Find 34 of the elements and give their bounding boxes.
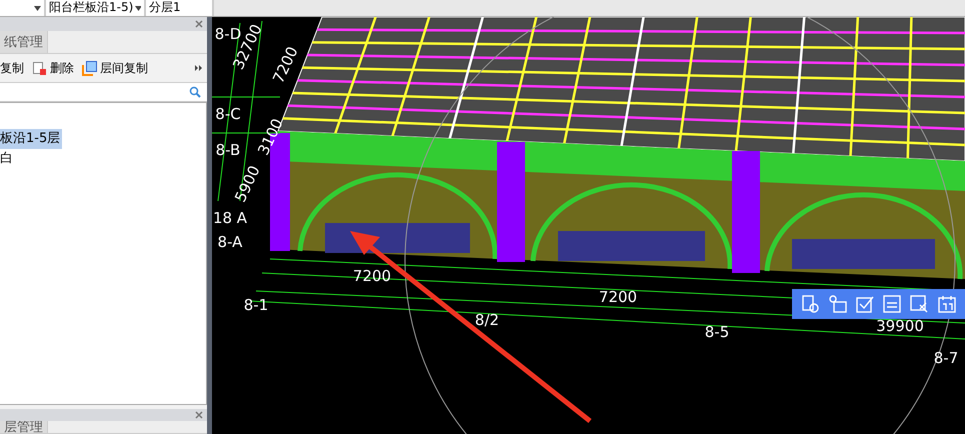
axis-label: 8-5 (704, 323, 730, 341)
close-icon[interactable] (195, 411, 203, 419)
dimension-label: 3100 (254, 116, 287, 158)
caret-icon (135, 6, 141, 10)
dimension-label: 7200 (598, 288, 638, 306)
panel-tab[interactable]: 纸管理 (0, 31, 48, 53)
layers-icon (82, 60, 97, 76)
axis-label: 8/2 (474, 311, 500, 329)
dropdown[interactable] (0, 0, 46, 16)
search-field[interactable] (0, 83, 207, 102)
axis-label: 8-1 (244, 296, 268, 314)
dimension-label: 7200 (269, 44, 302, 86)
close-icon[interactable] (195, 20, 203, 28)
toolbar-button[interactable]: 复制 (0, 60, 24, 76)
delete-icon (32, 60, 47, 76)
toolbar-button[interactable]: 删除 (32, 60, 74, 76)
more-icon[interactable] (195, 64, 203, 72)
select-icon[interactable] (910, 295, 928, 313)
dimension-label: 39900 (876, 317, 924, 335)
splitter-handle[interactable] (207, 17, 212, 434)
calendar-icon[interactable] (938, 295, 956, 313)
tree-item[interactable]: 白 (0, 149, 15, 169)
search-icon (189, 86, 201, 98)
toolbar-button[interactable]: 层间复制 (82, 60, 148, 76)
dropdown[interactable]: 阳台栏板沿1-5) (46, 0, 146, 16)
tree-item[interactable]: 板沿1-5层 (0, 129, 62, 149)
axis-label: 8-A (218, 233, 242, 251)
dropdown[interactable]: 分层1 (146, 0, 214, 16)
save-icon[interactable] (883, 295, 902, 313)
caret-icon (34, 6, 41, 10)
dimension-label: 5900 (231, 162, 264, 205)
axis-label: 18 A (212, 209, 248, 227)
check-icon[interactable] (856, 295, 874, 313)
report-icon[interactable] (801, 295, 820, 313)
